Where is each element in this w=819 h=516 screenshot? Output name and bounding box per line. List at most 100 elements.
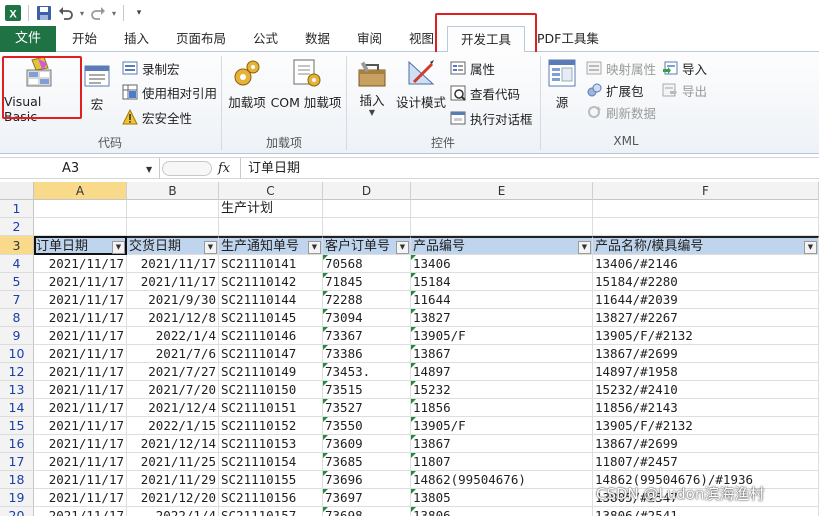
cell-order-date[interactable]: 2021/11/17 (34, 453, 127, 471)
cell-customer-order[interactable]: 73515 (323, 381, 411, 399)
cell-delivery-date[interactable]: 2021/12/8 (127, 309, 219, 327)
row-header[interactable]: 8 (0, 309, 34, 327)
cell-production-notice[interactable]: SC21110147 (219, 345, 323, 363)
cell-product-code[interactable]: 11807 (411, 453, 593, 471)
cell-delivery-date[interactable]: 2021/7/20 (127, 381, 219, 399)
cell-product-name[interactable]: 13867/#2699 (593, 345, 819, 363)
row-header[interactable]: 13 (0, 381, 34, 399)
tab-formulas[interactable]: 公式 (253, 26, 278, 52)
cell-delivery-date[interactable]: 2022/1/15 (127, 417, 219, 435)
header-cell-delivery-date[interactable]: 交货日期 ▼ (127, 236, 219, 255)
header-cell-production-notice[interactable]: 生产通知单号 ▼ (219, 236, 323, 255)
cell-product-code[interactable]: 13806 (411, 507, 593, 516)
insert-control-button[interactable]: 插入 ▼ (352, 58, 392, 117)
row-header[interactable]: 14 (0, 399, 34, 417)
properties-button[interactable]: 属性 (450, 58, 495, 78)
insert-function-button[interactable]: fx (218, 158, 230, 179)
cell-production-notice[interactable]: SC21110154 (219, 453, 323, 471)
column-header-c[interactable]: C (219, 182, 323, 200)
cell-product-name[interactable]: 11856/#2143 (593, 399, 819, 417)
cell[interactable] (593, 218, 819, 236)
addins-button[interactable]: 加载项 (226, 58, 268, 111)
cell-product-code[interactable]: 11856 (411, 399, 593, 417)
cell-product-name[interactable]: 13806/#2541 (593, 507, 819, 516)
cell-production-notice[interactable]: SC21110152 (219, 417, 323, 435)
cell-product-code[interactable]: 13827 (411, 309, 593, 327)
row-header[interactable]: 19 (0, 489, 34, 507)
cell-delivery-date[interactable]: 2021/11/25 (127, 453, 219, 471)
cell-delivery-date[interactable]: 2021/11/17 (127, 255, 219, 273)
cell-product-name[interactable]: 13905/F/#2132 (593, 417, 819, 435)
cell-order-date[interactable]: 2021/11/17 (34, 399, 127, 417)
cell-delivery-date[interactable]: 2021/7/6 (127, 345, 219, 363)
cell-product-name[interactable]: 11807/#2457 (593, 453, 819, 471)
row-header[interactable]: 7 (0, 291, 34, 309)
cell[interactable] (593, 200, 819, 218)
cell-product-name[interactable]: 13867/#2699 (593, 435, 819, 453)
cell-product-code[interactable]: 15232 (411, 381, 593, 399)
cell-delivery-date[interactable]: 2021/11/17 (127, 273, 219, 291)
cell-product-code[interactable]: 14862(99504676) (411, 471, 593, 489)
cell-delivery-date[interactable]: 2021/12/20 (127, 489, 219, 507)
cell-production-notice[interactable]: SC21110142 (219, 273, 323, 291)
cell-order-date[interactable]: 2021/11/17 (34, 471, 127, 489)
com-addins-button[interactable]: COM 加载项 (270, 58, 342, 111)
cell-product-name[interactable]: 15184/#2280 (593, 273, 819, 291)
tab-home[interactable]: 开始 (72, 26, 97, 52)
cell-customer-order[interactable]: 73386 (323, 345, 411, 363)
macro-security-button[interactable]: 宏安全性 (122, 107, 192, 127)
tab-view[interactable]: 视图 (409, 26, 434, 52)
row-header[interactable]: 1 (0, 200, 34, 218)
tab-review[interactable]: 审阅 (357, 26, 382, 52)
cell-product-code[interactable]: 13805 (411, 489, 593, 507)
cell-order-date[interactable]: 2021/11/17 (34, 291, 127, 309)
xml-import-button[interactable]: 导入 (662, 58, 707, 78)
worksheet-grid[interactable]: A B C D E F 1 生产计划 2 3 订单日期 ▼ 交货日期 ▼ 生产通知单… (0, 182, 819, 516)
row-header[interactable]: 20 (0, 507, 34, 516)
cell-production-notice[interactable]: SC21110153 (219, 435, 323, 453)
xml-source-button[interactable]: 源 (546, 58, 578, 111)
tab-page-layout[interactable]: 页面布局 (176, 26, 226, 52)
cell-product-code[interactable]: 13905/F (411, 417, 593, 435)
macros-button[interactable]: 宏 (82, 64, 112, 113)
tab-insert[interactable]: 插入 (124, 26, 149, 52)
row-header[interactable]: 3 (0, 236, 34, 255)
cell-order-date[interactable]: 2021/11/17 (34, 381, 127, 399)
cell-production-notice[interactable]: SC21110150 (219, 381, 323, 399)
cell-customer-order[interactable]: 73697 (323, 489, 411, 507)
cell[interactable] (411, 200, 593, 218)
cell-delivery-date[interactable]: 2021/7/27 (127, 363, 219, 381)
formula-bar-resize-handle[interactable] (162, 161, 212, 176)
select-all-corner[interactable] (0, 182, 34, 200)
filter-dropdown-icon[interactable]: ▼ (804, 241, 817, 254)
cell-product-code[interactable]: 14897 (411, 363, 593, 381)
view-code-button[interactable]: 查看代码 (450, 83, 520, 103)
name-box[interactable]: A3 (0, 158, 160, 179)
cell[interactable] (411, 218, 593, 236)
filter-dropdown-icon[interactable]: ▼ (308, 241, 321, 254)
row-header[interactable]: 17 (0, 453, 34, 471)
cell-product-code[interactable]: 11644 (411, 291, 593, 309)
cell-delivery-date[interactable]: 2021/12/14 (127, 435, 219, 453)
run-dialog-button[interactable]: 执行对话框 (450, 108, 533, 128)
column-header-d[interactable]: D (323, 182, 411, 200)
cell-production-notice[interactable]: SC21110141 (219, 255, 323, 273)
cell-product-name[interactable]: 13406/#2146 (593, 255, 819, 273)
cell-product-code[interactable]: 13867 (411, 435, 593, 453)
cell-order-date[interactable]: 2021/11/17 (34, 363, 127, 381)
cell-delivery-date[interactable]: 2022/1/4 (127, 507, 219, 516)
cell-order-date[interactable]: 2021/11/17 (34, 489, 127, 507)
row-header[interactable]: 9 (0, 327, 34, 345)
cell[interactable] (323, 218, 411, 236)
filter-dropdown-icon[interactable]: ▼ (204, 241, 217, 254)
cell-customer-order[interactable]: 73367 (323, 327, 411, 345)
row-header[interactable]: 4 (0, 255, 34, 273)
tab-data[interactable]: 数据 (305, 26, 330, 52)
name-box-dropdown-icon[interactable]: ▼ (146, 165, 152, 174)
relative-reference-button[interactable]: 使用相对引用 (122, 82, 217, 102)
redo-dropdown-icon[interactable]: ▾ (109, 2, 119, 24)
cell-product-name[interactable]: 15232/#2410 (593, 381, 819, 399)
cell-product-name[interactable]: 14897/#1958 (593, 363, 819, 381)
cell-customer-order[interactable]: 71845 (323, 273, 411, 291)
row-header[interactable]: 5 (0, 273, 34, 291)
